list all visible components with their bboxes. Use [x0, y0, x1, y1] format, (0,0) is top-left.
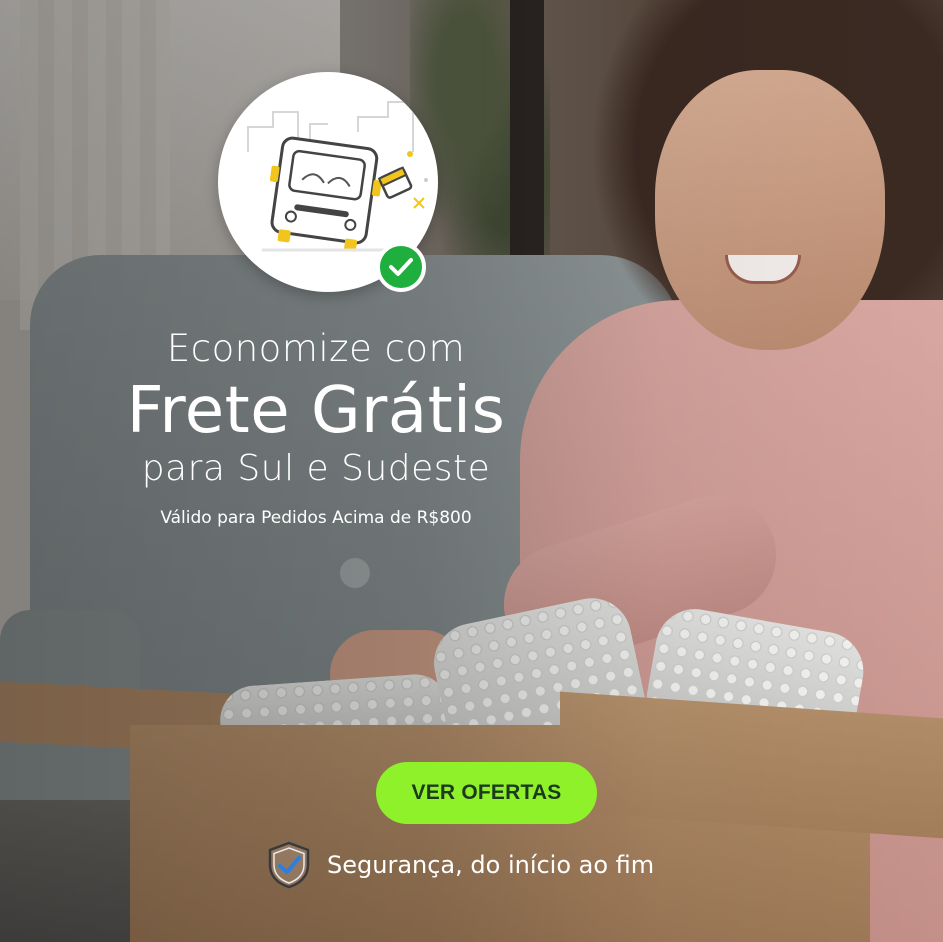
- security-text: Segurança, do início ao fim: [327, 851, 655, 879]
- shield-check-icon: [268, 841, 310, 889]
- headline-line-1: Economize com: [166, 327, 466, 370]
- headline-main: Frete Grátis: [126, 374, 506, 448]
- check-icon: [376, 242, 426, 292]
- security-note: Segurança, do início ao fim: [265, 840, 654, 890]
- promo-banner: Economize com Frete Grátis para Sul e Su…: [0, 0, 943, 942]
- offer-condition: Válido para Pedidos Acima de R$800: [160, 508, 472, 528]
- headline-line-3: para Sul e Sudeste: [141, 448, 491, 489]
- view-offers-button[interactable]: VER OFERTAS: [376, 762, 597, 824]
